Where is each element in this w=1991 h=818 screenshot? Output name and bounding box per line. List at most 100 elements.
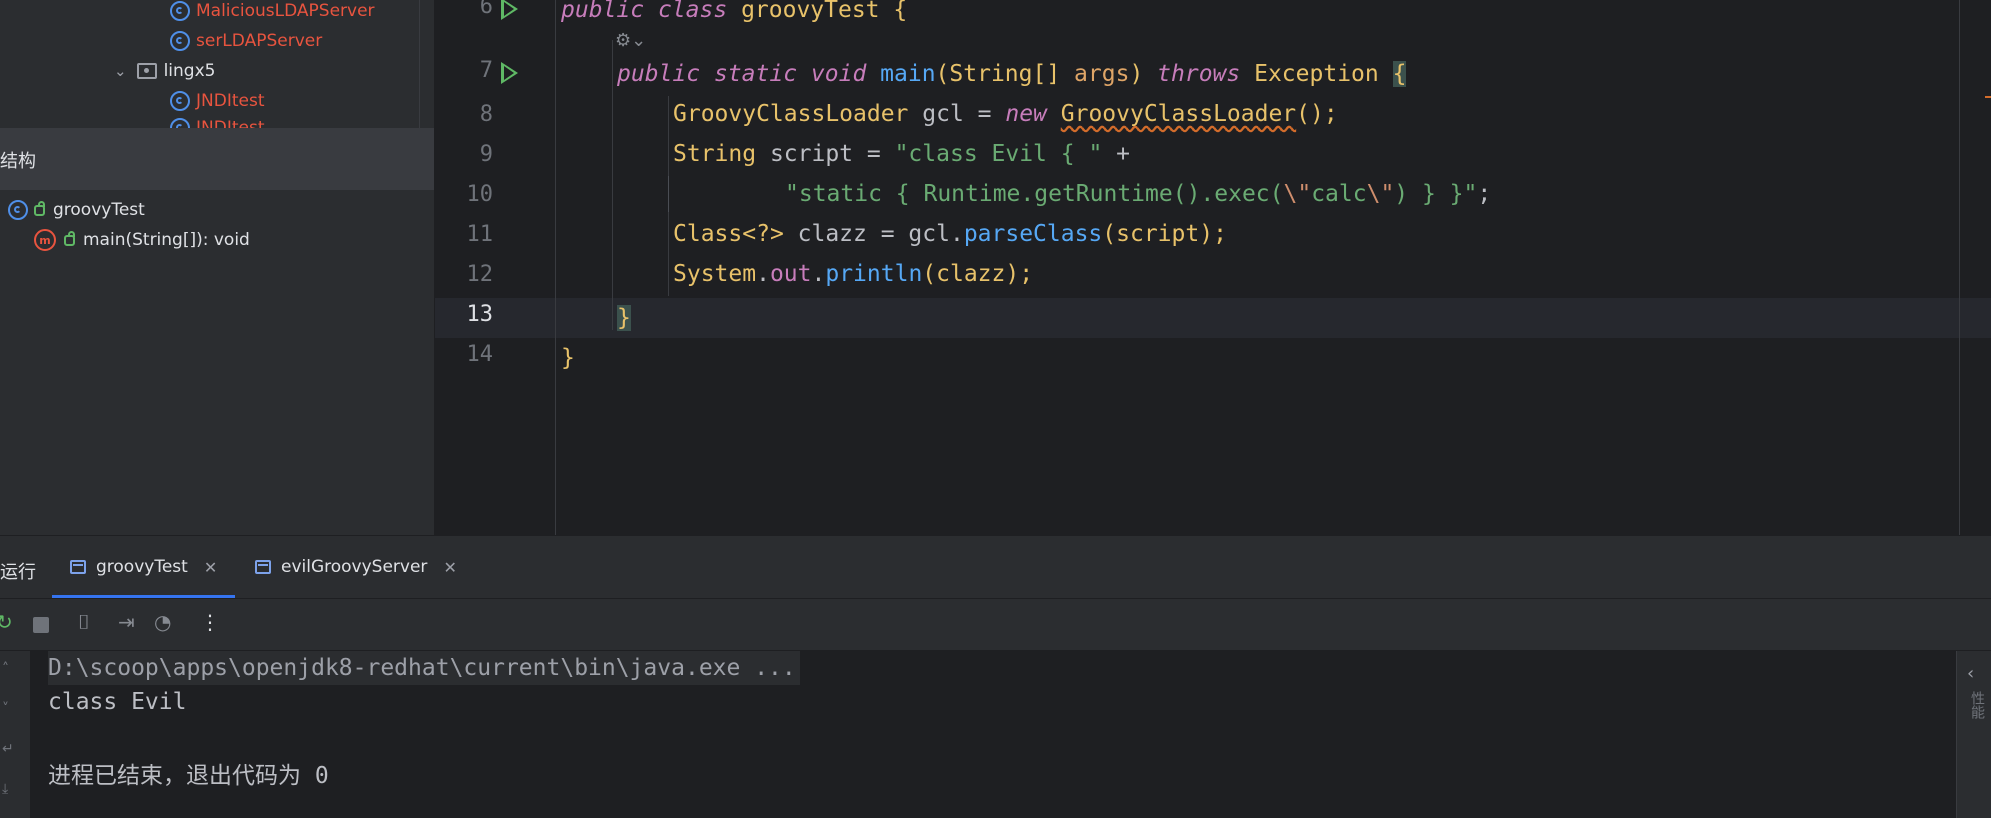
code-text: gcl =	[908, 101, 1006, 127]
keyword: throws	[1157, 61, 1241, 87]
string-literal: calc	[1311, 181, 1367, 207]
code-line-11: Class<?> clazz = gcl.parseClass(script);	[673, 218, 1227, 250]
tab-evilgroovyserver[interactable]: evilGroovyServer ✕	[255, 536, 457, 598]
ai-hint-icon[interactable]: ⚙⌄	[615, 30, 646, 51]
escape-seq: \"	[1366, 181, 1395, 207]
stop-icon[interactable]	[33, 617, 49, 633]
code-text: (script);	[1102, 221, 1227, 247]
run-main-icon[interactable]	[501, 62, 518, 84]
keyword: static	[713, 61, 798, 87]
code-text: .	[811, 261, 826, 287]
string-literal: ) } }"	[1394, 181, 1478, 207]
tree-item-label: MaliciousLDAPServer	[196, 1, 375, 21]
public-access-icon	[34, 200, 45, 216]
line-number: 9	[479, 142, 493, 167]
line-number: 8	[479, 102, 493, 127]
console-command-line: D:\scoop\apps\openjdk8-redhat\current\bi…	[48, 651, 800, 685]
type: GroovyClassLoader	[673, 101, 909, 127]
class-icon	[170, 1, 190, 21]
type: String	[673, 141, 757, 167]
code-line-8: GroovyClassLoader gcl = new GroovyClassL…	[673, 98, 1338, 130]
code-editor[interactable]: 6 7 8 9 10 11 12 13 14 ⚙⌄ public class g…	[435, 0, 1991, 535]
current-line-highlight	[435, 298, 1991, 338]
tab-label: groovyTest	[96, 557, 188, 577]
more-options-icon[interactable]: ⋮	[200, 610, 220, 634]
chevron-down-icon[interactable]: ⌄	[114, 62, 127, 80]
tree-item-maliciousldapserver[interactable]: MaliciousLDAPServer	[170, 0, 375, 25]
run-class-icon[interactable]	[501, 0, 518, 20]
code-line-7: public static void main(String[] args) t…	[617, 58, 1407, 90]
type: Exception	[1254, 61, 1379, 87]
console-output[interactable]: ˄ ˅ ↵ ⤓ D:\scoop\apps\openjdk8-redhat\cu…	[0, 651, 1991, 818]
tree-item-serldapserver[interactable]: serLDAPServer	[170, 27, 322, 55]
tab-label: evilGroovyServer	[281, 557, 428, 577]
scroll-to-end-icon[interactable]: ⤓	[2, 781, 8, 797]
line-number-current: 13	[466, 302, 494, 327]
tab-groovytest[interactable]: groovyTest ✕	[51, 536, 236, 598]
type: Class	[673, 221, 743, 247]
indent-guide	[668, 176, 669, 212]
camera-icon[interactable]: ⌷	[78, 610, 90, 634]
class-name: groovyTest	[741, 0, 880, 23]
scroll-up-icon[interactable]: ˄	[2, 661, 9, 677]
paren: (	[935, 61, 950, 87]
class-icon	[8, 200, 28, 220]
rerun-icon[interactable]: ↻	[0, 610, 13, 634]
method-icon: m	[34, 229, 56, 251]
editor-scrollbar[interactable]	[1959, 0, 1991, 535]
constructor-warning: GroovyClassLoader	[1060, 101, 1297, 127]
gauge-icon[interactable]: ◔	[154, 610, 171, 634]
field: out	[769, 261, 812, 287]
tree-item-jnditest[interactable]: JNDItest	[170, 87, 264, 115]
class-icon	[170, 91, 190, 111]
string-literal: "static { Runtime.getRuntime().exec(	[785, 181, 1284, 207]
run-toolbar: ↻ ⌷ ⇥ ◔ ⋮	[0, 598, 1991, 651]
warning-marker[interactable]	[1985, 96, 1991, 98]
console-line: class Evil	[48, 689, 187, 715]
line-number: 6	[479, 0, 493, 19]
scroll-down-icon[interactable]: ˅	[2, 701, 9, 717]
keyword: public	[561, 0, 645, 23]
tree-item-label: JNDItest	[196, 118, 265, 128]
method-name: println	[825, 261, 923, 287]
console-icon	[70, 560, 86, 574]
code-text: ();	[1296, 101, 1338, 127]
close-icon[interactable]: ✕	[204, 558, 217, 577]
class-icon	[170, 31, 190, 51]
keyword: new	[1005, 101, 1047, 127]
matched-brace: }	[617, 305, 631, 331]
code-line-6: public class groovyTest {	[561, 0, 907, 26]
code-text: +	[1102, 141, 1130, 167]
line-number: 10	[466, 182, 494, 207]
right-tool-strip: ‹ 性能	[1956, 651, 1991, 818]
tree-scrollbar[interactable]	[419, 0, 434, 128]
gutter-divider	[555, 0, 556, 535]
editor-gutter: 6 7 8 9 10 11 12 13 14	[435, 0, 555, 535]
console-icon	[255, 560, 271, 574]
exit-icon[interactable]: ⇥	[118, 610, 135, 634]
close-icon[interactable]: ✕	[443, 558, 456, 577]
line-number: 11	[466, 222, 494, 247]
structure-item-label: main(String[]): void	[83, 230, 250, 250]
performance-tab[interactable]: 性能	[1967, 691, 1987, 719]
chevron-left-icon[interactable]: ‹	[1967, 663, 1974, 684]
brace: }	[561, 345, 575, 371]
structure-panel: groovyTest m main(String[]): void	[0, 190, 434, 535]
structure-item-groovytest[interactable]: groovyTest	[8, 196, 145, 224]
soft-wrap-icon[interactable]: ↵	[2, 741, 14, 757]
string-literal: "class Evil { "	[894, 141, 1103, 167]
paren: )	[1129, 61, 1144, 87]
console-side-toolbar: ˄ ˅ ↵ ⤓	[0, 651, 30, 818]
structure-item-main[interactable]: m main(String[]): void	[34, 226, 250, 254]
line-number: 7	[479, 58, 493, 83]
tree-item-jnditest-partial[interactable]: JNDItest	[170, 114, 264, 128]
line-number: 12	[466, 262, 494, 287]
type: String[]	[949, 61, 1061, 87]
line-number: 14	[466, 342, 494, 367]
tree-item-lingx5[interactable]: ⌄ lingx5	[114, 57, 215, 85]
code-text: clazz = gcl.	[783, 221, 964, 247]
method-name: parseClass	[963, 221, 1103, 247]
structure-item-label: groovyTest	[53, 200, 145, 220]
public-access-icon	[64, 230, 75, 246]
project-tree: MaliciousLDAPServer serLDAPServer ⌄ ling…	[0, 0, 434, 128]
